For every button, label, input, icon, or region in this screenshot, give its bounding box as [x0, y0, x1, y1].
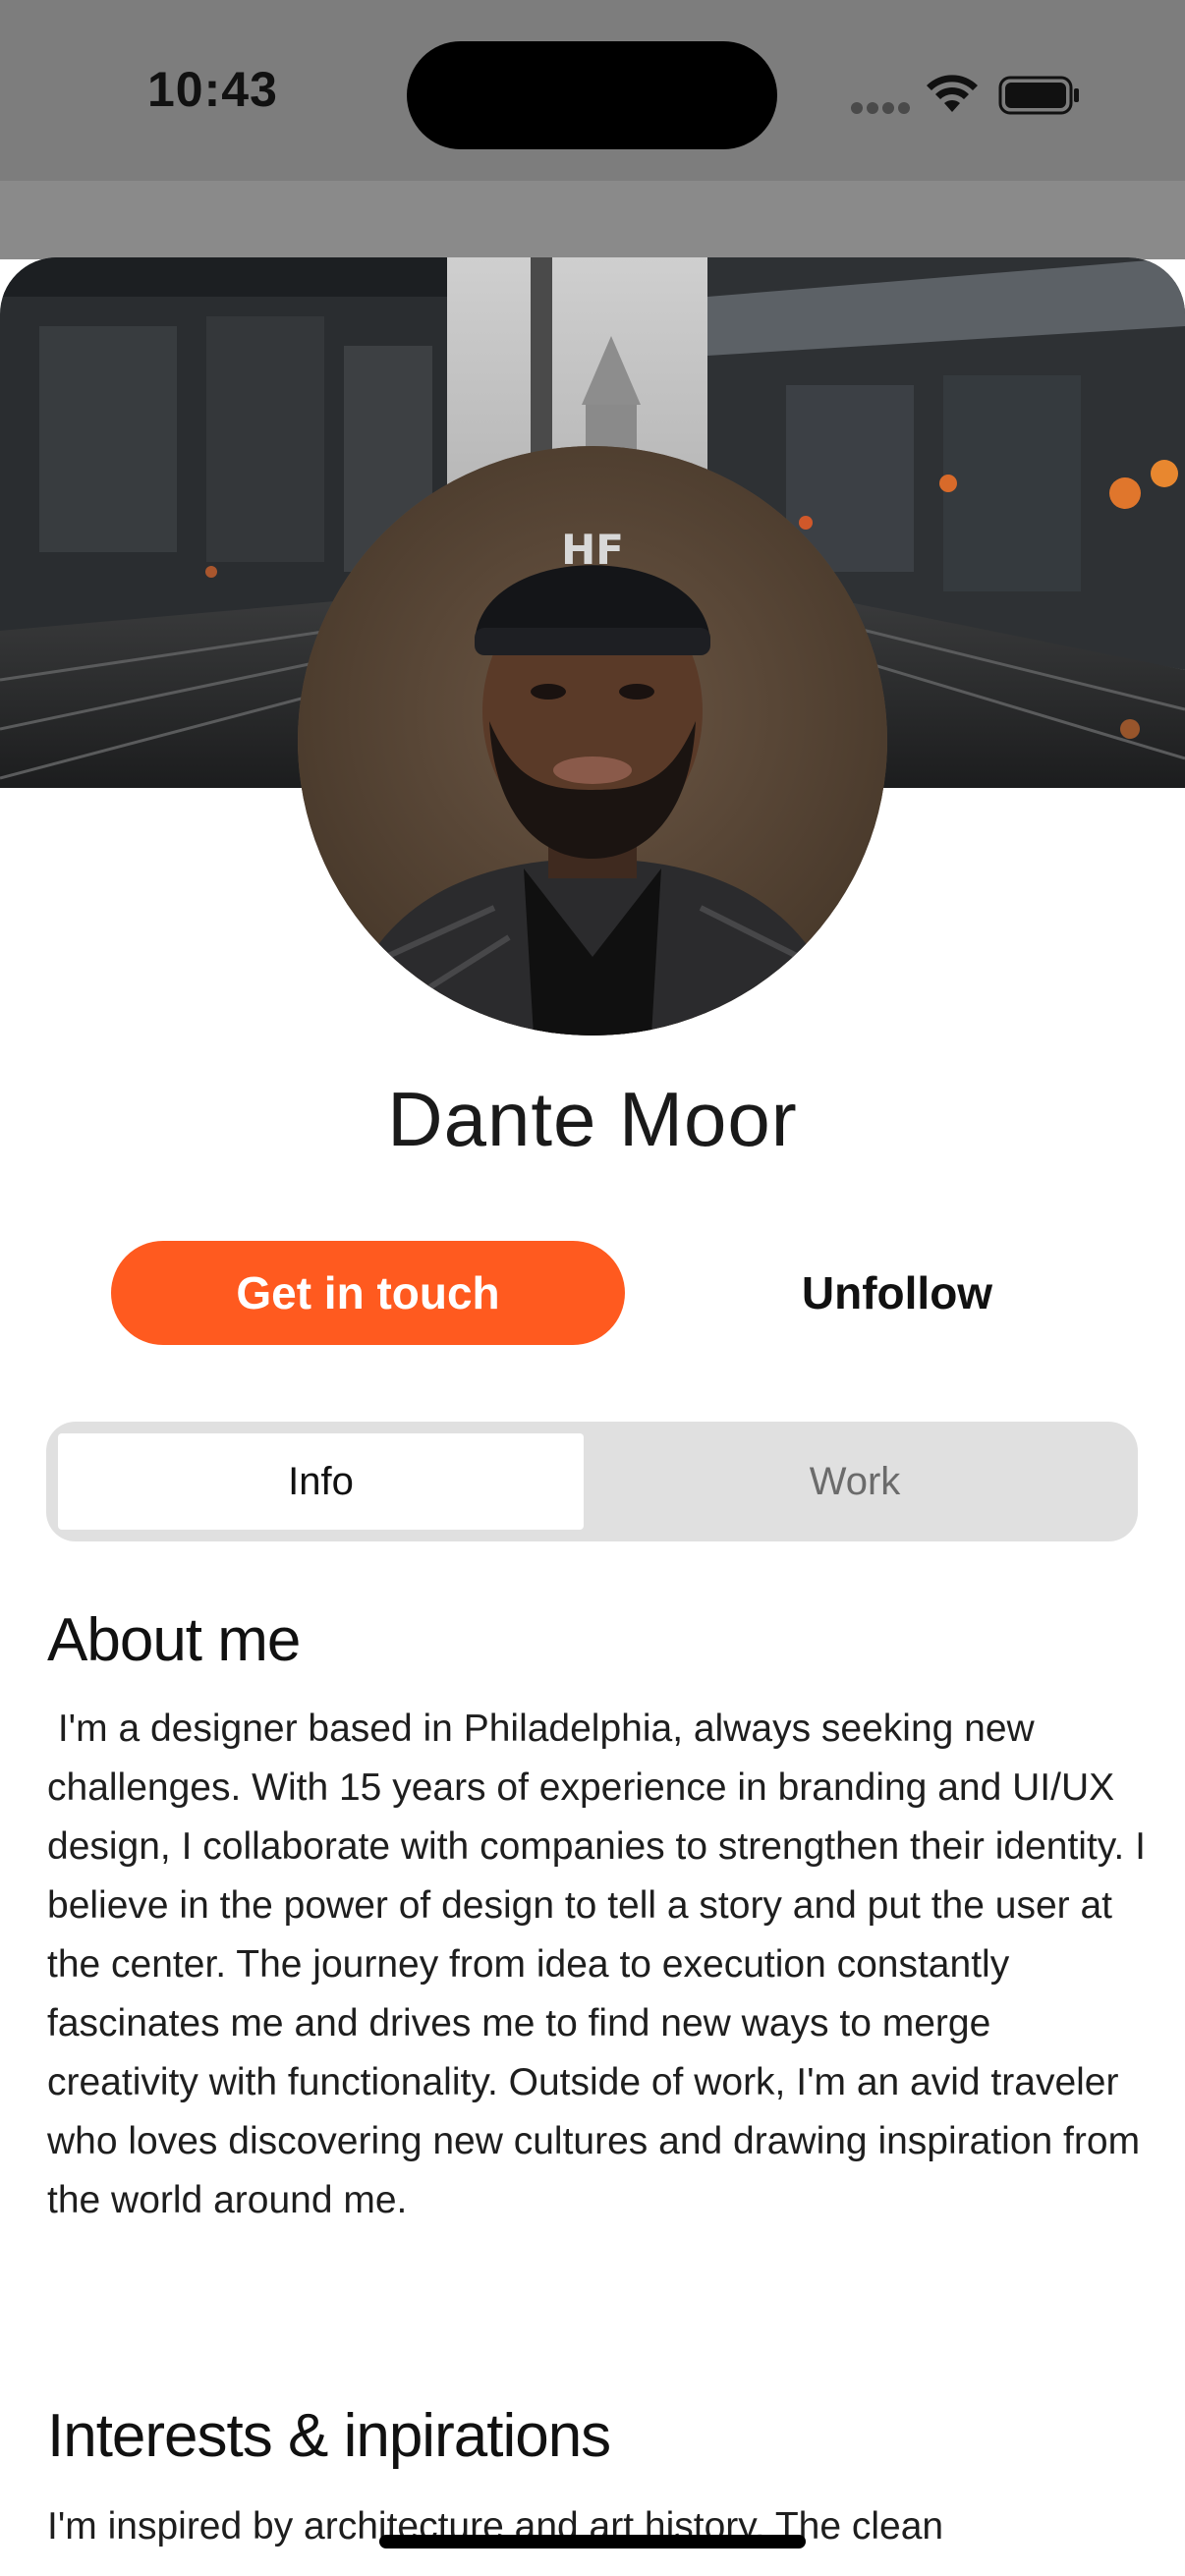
svg-text:HF: HF — [561, 526, 624, 574]
tab-info[interactable]: Info — [58, 1433, 584, 1530]
interests-title: Interests & inpirations — [47, 2402, 611, 2470]
status-time: 10:43 — [147, 62, 278, 117]
profile-name: Dante Moor — [387, 1076, 798, 1162]
about-body: I'm a designer based in Philadelphia, al… — [47, 1708, 1157, 2221]
dimmed-background-strip — [0, 181, 1185, 259]
wifi-icon — [927, 75, 978, 112]
avatar[interactable]: HF — [298, 446, 887, 1036]
get-in-touch-button[interactable]: Get in touch — [111, 1241, 625, 1345]
unfollow-button[interactable]: Unfollow — [727, 1241, 1067, 1345]
about-title: About me — [47, 1606, 301, 1674]
cellular-signal-icon — [851, 102, 910, 116]
dynamic-island — [407, 41, 777, 149]
profile-screen: 10:43 HF Dante Moor Get in touch Unfollo… — [0, 0, 1185, 2576]
home-indicator — [379, 2535, 806, 2548]
tab-work[interactable]: Work — [584, 1433, 1126, 1530]
battery-icon — [998, 76, 1079, 115]
segmented-control: Info Work — [46, 1422, 1138, 1541]
profile-sheet: HF Dante Moor Get in touch Unfollow Info… — [0, 257, 1185, 2576]
